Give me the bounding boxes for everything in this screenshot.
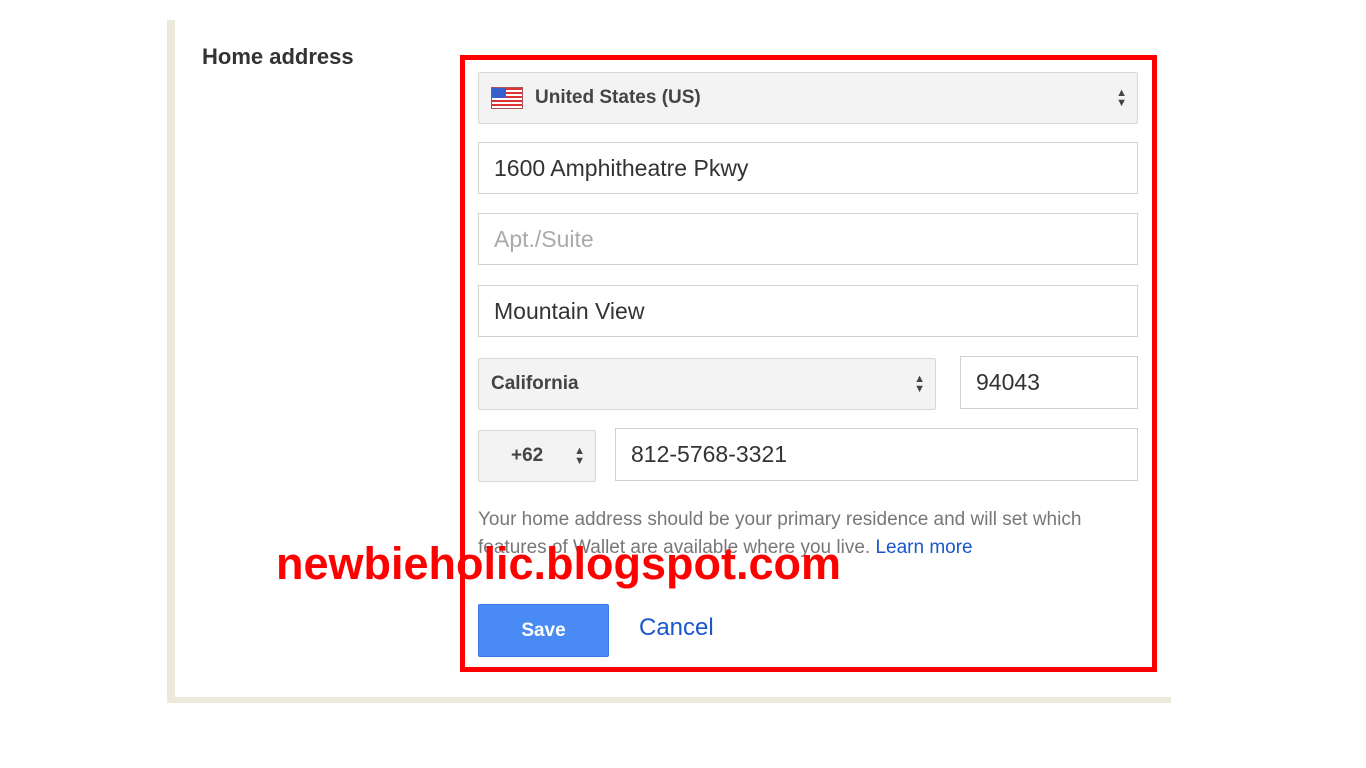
state-select[interactable]: California ▲ ▼ xyxy=(478,358,936,410)
save-button[interactable]: Save xyxy=(478,604,609,657)
zip-value: 94043 xyxy=(976,369,1040,395)
phone-code-value: +62 xyxy=(511,445,544,466)
panel-left-border xyxy=(167,20,175,703)
cancel-button[interactable]: Cancel xyxy=(639,614,714,642)
phone-value: 812-5768-3321 xyxy=(631,441,788,467)
address-line1-input[interactable]: 1600 Amphitheatre Pkwy xyxy=(478,142,1138,194)
zip-input[interactable]: 94043 xyxy=(960,356,1138,409)
city-input[interactable]: Mountain View xyxy=(478,285,1138,337)
country-value: United States (US) xyxy=(535,87,701,108)
apt-suite-input[interactable]: Apt./Suite xyxy=(478,213,1138,265)
select-arrows-icon: ▲ ▼ xyxy=(1116,87,1127,109)
section-title: Home address xyxy=(202,44,354,69)
country-select[interactable]: United States (US) ▲ ▼ xyxy=(478,72,1138,124)
state-value: California xyxy=(491,373,579,394)
phone-code-select[interactable]: +62 ▲ ▼ xyxy=(478,430,596,482)
watermark: newbieholic.blogspot.com xyxy=(276,538,842,589)
apt-suite-placeholder: Apt./Suite xyxy=(494,225,594,252)
phone-input[interactable]: 812-5768-3321 xyxy=(615,428,1138,481)
city-value: Mountain View xyxy=(494,297,645,324)
panel-bottom-border xyxy=(167,697,1171,703)
learn-more-link[interactable]: Learn more xyxy=(875,537,972,558)
select-arrows-icon: ▲ ▼ xyxy=(914,373,925,395)
select-arrows-icon: ▲ ▼ xyxy=(574,445,585,467)
address-line1-value: 1600 Amphitheatre Pkwy xyxy=(494,154,749,181)
us-flag-icon xyxy=(491,87,523,109)
